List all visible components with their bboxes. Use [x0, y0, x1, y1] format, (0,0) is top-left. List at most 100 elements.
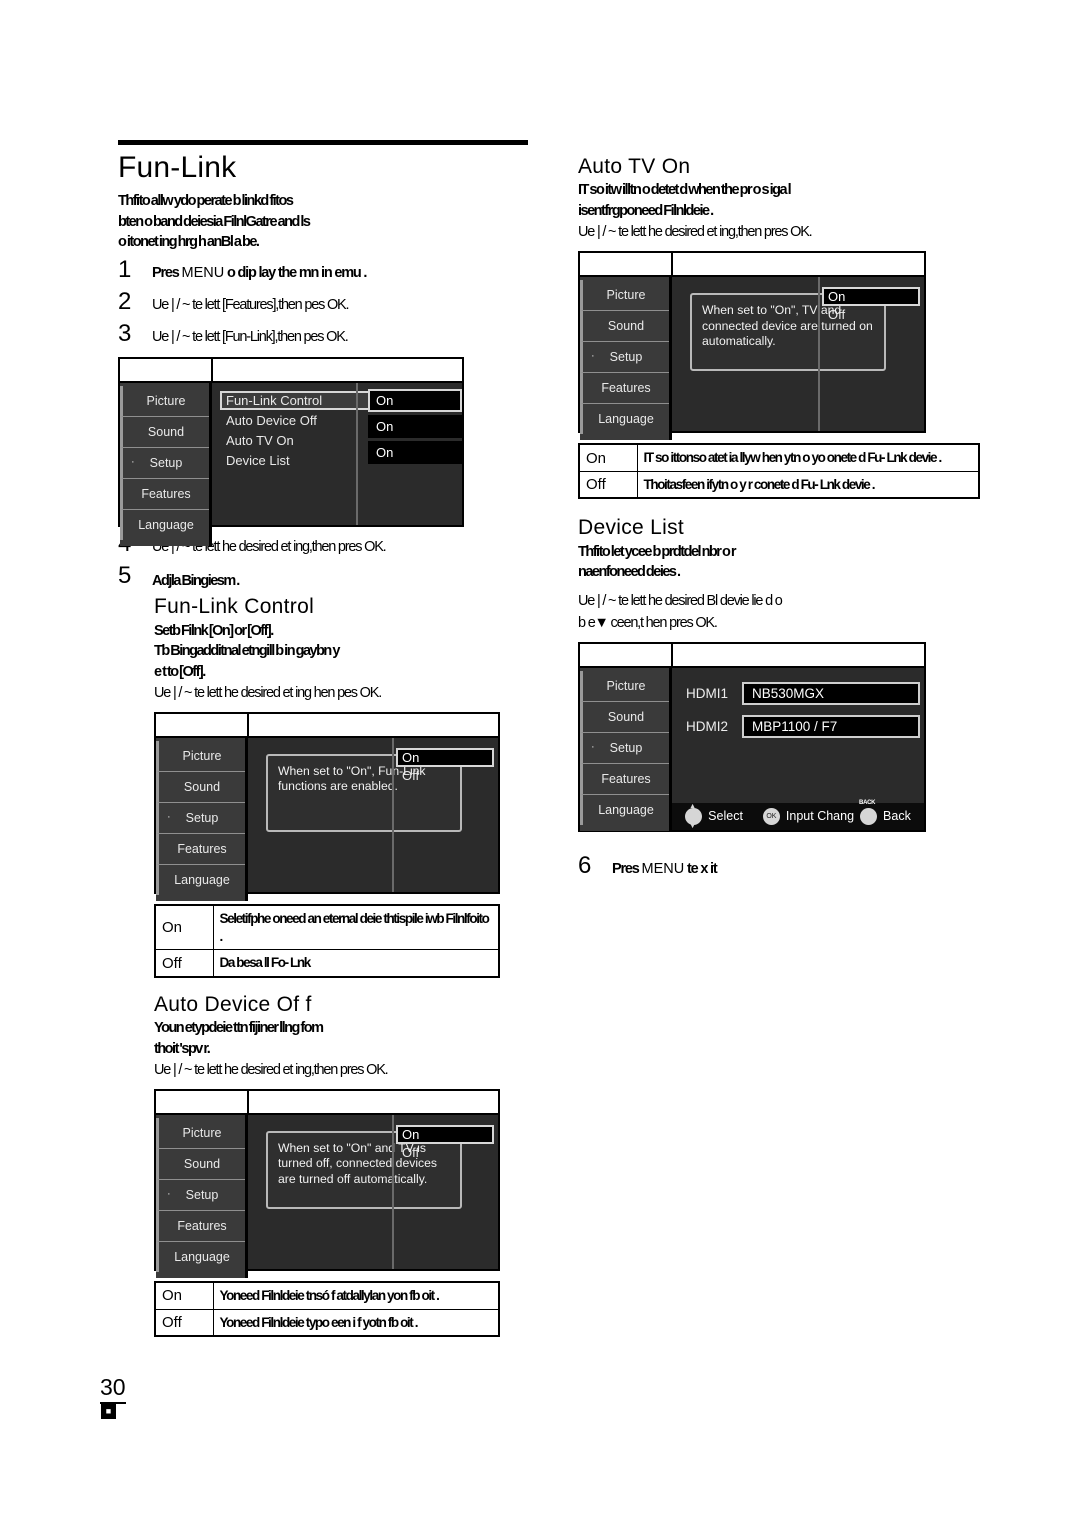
osd-nav-item-setup[interactable]: · Setup [580, 342, 669, 374]
osd-nav-item-language[interactable]: Language [156, 1242, 245, 1273]
title-rule [118, 140, 528, 145]
osd-nav-item-picture[interactable]: Picture [156, 1118, 245, 1150]
table-row: On IT so ittonso atet ia llyw hen ytn o … [578, 443, 980, 472]
osd-nav-item-setup[interactable]: · Setup [156, 1180, 245, 1212]
osd-nav-item-picture[interactable]: Picture [580, 670, 669, 702]
osd-option-list[interactable]: On Off [822, 287, 920, 323]
osd-titlebar-left [580, 253, 673, 276]
osd-nav-item-picture[interactable]: Picture [580, 280, 669, 312]
osd-nav-item-picture[interactable]: Picture [120, 385, 209, 417]
osd-nav-item-setup[interactable]: · Setup [580, 732, 669, 764]
osd-nav-label: Sound [147, 424, 185, 439]
heading-auto-tv-on: Auto TV On [578, 155, 691, 178]
osd-option-on[interactable]: On [822, 287, 920, 307]
device-name[interactable]: NB530MGX [742, 681, 920, 705]
osd-column-divider [392, 738, 394, 893]
osd-option-on[interactable]: On [396, 748, 494, 768]
osd-nav[interactable]: Picture Sound · Setup Features Language [156, 738, 248, 902]
osd-nav-label: Picture [182, 1126, 222, 1141]
table-key-off: Off [154, 949, 214, 978]
osd-nav-label: Language [598, 802, 654, 817]
osd-column-divider [356, 382, 358, 525]
osd-option-off[interactable]: Off [822, 306, 920, 323]
flc-line-2: Tb Bingadditnal etngill b in gaybn y [154, 643, 340, 660]
device-row-hdmi2[interactable]: HDMI2 MBP1100 / F7 [686, 714, 924, 738]
step-text: Pres MENU te x it [612, 856, 998, 880]
osd-nav-item-sound[interactable]: Sound [156, 772, 245, 804]
auto-device-off-text: Youn etypdeie ttn fijiner llng fom thoit… [154, 1019, 538, 1081]
step-text: Ue | / ~ te lett [Features],then pes OK. [152, 296, 350, 313]
osd-option-off[interactable]: Off [396, 767, 494, 784]
osd-nav-item-language[interactable]: Language [156, 865, 245, 896]
table-key-on: On [154, 904, 214, 951]
ato-line-2: isentfrgponeed Filnldeie . [578, 202, 714, 219]
back-label: BACK [859, 799, 876, 806]
step-number: 6 [578, 851, 592, 879]
osd-nav[interactable]: Picture Sound · Setup Features Language [580, 667, 672, 831]
osd-auto-device-off[interactable]: Picture Sound · Setup Features Language W… [154, 1089, 500, 1279]
intro-line-2: bten o band deiesia FilnlGatre and ls [118, 213, 311, 230]
osd-fun-link-control[interactable]: Picture Sound · Setup Features Language W… [154, 712, 500, 902]
osd-nav-label: Language [138, 517, 194, 532]
help-bar-label-back: Back [883, 809, 911, 824]
osd-nav-item-sound[interactable]: Sound [120, 416, 209, 448]
osd-nav-item-setup[interactable]: · Setup [120, 447, 209, 479]
step-number: 2 [118, 287, 132, 315]
osd-nav-item-sound[interactable]: Sound [156, 1149, 245, 1181]
osd-nav-item-language[interactable]: Language [580, 404, 669, 435]
table-auto-tv-on: On IT so ittonso atet ia llyw hen ytn o … [578, 443, 980, 500]
osd-auto-tv-on[interactable]: Picture Sound · Setup Features Language W… [578, 251, 926, 441]
osd-value-fun-link-control[interactable]: On [368, 388, 462, 412]
osd-option-list[interactable]: On Off [396, 1125, 494, 1161]
device-row-hdmi1[interactable]: HDMI1 NB530MGX [686, 681, 924, 705]
osd-nav-label: Features [601, 771, 651, 786]
step-text: Adjla Bingiesm . [152, 572, 240, 589]
osd-fun-link-menu[interactable]: Picture Sound · Setup Features Language F… [118, 356, 464, 546]
osd-nav[interactable]: Picture Sound · Setup Features Language [580, 277, 672, 441]
osd-nav[interactable]: Picture Sound · Setup Features Language [156, 1115, 248, 1279]
osd-titlebar [580, 643, 924, 668]
osd-titlebar [120, 358, 462, 383]
osd-nav-item-language[interactable]: Language [580, 794, 669, 825]
step-6-pre: Pres [612, 860, 642, 877]
osd-main: When set to "On", Fun-Link functions are… [248, 738, 498, 893]
osd-nav-item-setup[interactable]: · Setup [156, 803, 245, 835]
osd-option-off[interactable]: Off [396, 1144, 494, 1161]
osd-nav-label: Sound [607, 319, 645, 334]
osd-nav-item-features[interactable]: Features [580, 763, 669, 795]
manual-page: Fun-Link Thfito allw ydo perate b linkd … [0, 0, 1080, 1527]
osd-value-auto-tv-on[interactable]: On [368, 440, 462, 464]
osd-body: Picture Sound · Setup Features Language W… [156, 738, 498, 902]
intro-line-1: Thfito allw ydo perate b linkd fitos [118, 193, 294, 209]
osd-option-on[interactable]: On [396, 1125, 494, 1145]
osd-nav-label: Features [601, 381, 651, 396]
osd-value-auto-device-off[interactable]: On [368, 414, 462, 438]
step-2: 2 Ue | / ~ te lett [Features],then pes O… [118, 287, 538, 317]
osd-nav-item-sound[interactable]: Sound [580, 701, 669, 733]
osd-nav-item-sound[interactable]: Sound [580, 311, 669, 343]
dl-line-2: naenfoneed deies . [578, 564, 681, 581]
device-name[interactable]: MBP1100 / F7 [742, 714, 920, 738]
step-1-post: o dip lay the mn in emu . [224, 264, 367, 281]
osd-nav-item-picture[interactable]: Picture [156, 741, 245, 773]
osd-nav-item-features[interactable]: Features [120, 478, 209, 510]
osd-nav-item-features[interactable]: Features [156, 834, 245, 866]
table-row: On Seletifphe oneed an eternal deie thti… [154, 904, 500, 951]
osd-nav-item-language[interactable]: Language [120, 509, 209, 540]
table-value-off: Da besa ll Fo- Lnk [212, 949, 500, 978]
table-key-off: Off [154, 1308, 214, 1337]
osd-nav-label: Picture [182, 749, 222, 764]
osd-option-list[interactable]: On Off [396, 748, 494, 784]
step-3: 3 Ue | / ~ te lett [Fun-Link],then pes O… [118, 321, 538, 349]
osd-column-divider [392, 1115, 394, 1270]
step-1-pre: Pres [152, 264, 182, 281]
osd-nav-label: Picture [606, 678, 646, 693]
osd-nav-item-features[interactable]: Features [580, 373, 669, 405]
osd-titlebar [156, 714, 498, 739]
osd-nav[interactable]: Picture Sound · Setup Features Language [120, 382, 212, 546]
osd-nav-item-features[interactable]: Features [156, 1211, 245, 1243]
left-column: Fun-Link Thfito allw ydo perate b linkd … [118, 140, 538, 1338]
osd-device-list[interactable]: Picture Sound · Setup Features Language H… [578, 641, 926, 832]
osd-nav-label: Setup [185, 811, 219, 826]
table-value-on: Seletifphe oneed an eternal deie thtispi… [212, 904, 500, 951]
